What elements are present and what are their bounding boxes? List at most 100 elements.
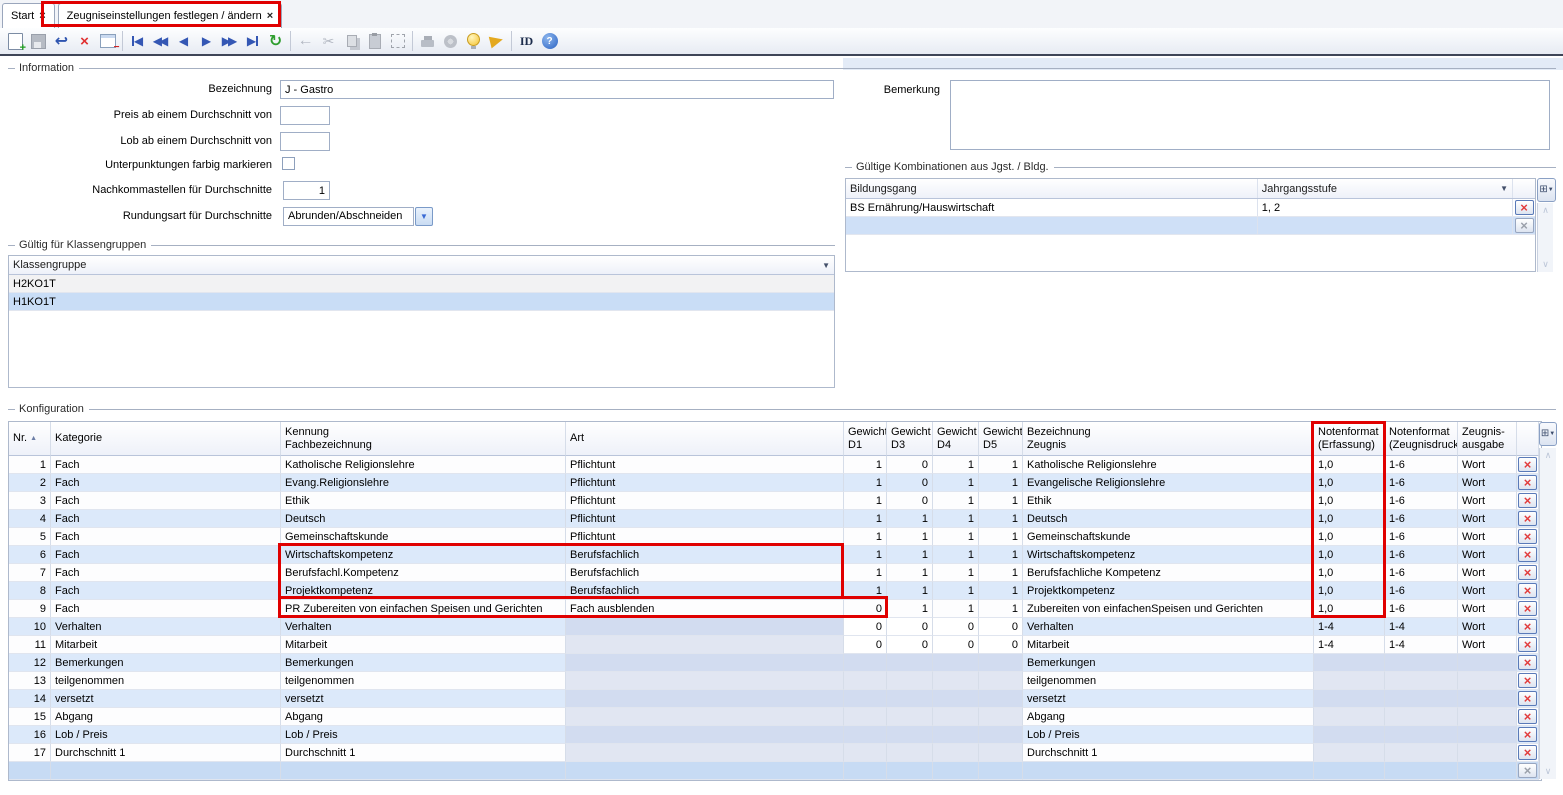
unterpunktungen-checkbox[interactable] [282, 157, 295, 170]
column-header-bezeichnung[interactable]: Bezeichnung Zeugnis [1023, 422, 1314, 456]
table-row[interactable]: 17Durchschnitt 1Durchschnitt 1Durchschni… [9, 744, 1541, 762]
delete-row-button[interactable]: × [1518, 691, 1537, 706]
table-row[interactable]: 16Lob / PreisLob / PreisLob / Preis× [9, 726, 1541, 744]
chevron-down-icon[interactable]: ▼ [822, 261, 830, 270]
column-header-kennung[interactable]: Kennung Fachbezeichnung [281, 422, 566, 456]
delete-row-button[interactable]: × [1518, 709, 1537, 724]
tab-zeugniseinstellungen[interactable]: Zeugniseinstellungen festlegen / ändern … [58, 3, 283, 28]
delete-row-button[interactable]: × [1518, 529, 1537, 544]
column-header-ausgabe[interactable]: Zeugnis- ausgabe [1458, 422, 1517, 456]
table-row[interactable]: 13teilgenommenteilgenommenteilgenommen× [9, 672, 1541, 690]
kombinationen-scrollbar[interactable]: ∧ ∨ [1537, 203, 1553, 272]
table-row[interactable]: 11MitarbeitMitarbeit0000Mitarbeit1-41-4W… [9, 636, 1541, 654]
form-remove-icon[interactable] [96, 30, 119, 53]
delete-row-button[interactable]: × [1518, 673, 1537, 688]
column-header-kategorie[interactable]: Kategorie [51, 422, 281, 456]
delete-row-button[interactable]: × [1518, 637, 1537, 652]
column-header-nf_druck[interactable]: Notenformat (Zeugnisdruck) [1385, 422, 1458, 456]
toolbar-separator [511, 31, 512, 51]
table-row[interactable]: × [9, 762, 1541, 780]
column-header-d5[interactable]: Gewicht D5 [979, 422, 1023, 456]
table-row[interactable]: 5FachGemeinschaftskundePflichtunt1111Gem… [9, 528, 1541, 546]
table-row[interactable]: 3FachEthikPflichtunt1011Ethik1,01-6Wort× [9, 492, 1541, 510]
rundungsart-combobox[interactable]: Abrunden/Abschneiden ▼ [283, 207, 433, 226]
delete-row-button[interactable]: × [1518, 601, 1537, 616]
toolbar-separator [122, 31, 123, 51]
delete-row-button[interactable]: × [1518, 745, 1537, 760]
table-row[interactable]: 14versetztversetztversetzt× [9, 690, 1541, 708]
cfg-cell-bezeichnung: Lob / Preis [1023, 726, 1314, 744]
append-row-button[interactable]: ⊞▼ [1539, 422, 1557, 446]
nav-fast-next-icon[interactable]: ▶▶ [218, 30, 241, 53]
chevron-down-icon[interactable]: ▼ [415, 207, 433, 226]
konfiguration-scrollbar[interactable]: ∧ ∨ [1539, 448, 1556, 779]
delete-row-button[interactable]: × [1518, 457, 1537, 472]
nachkommastellen-input[interactable] [283, 181, 330, 200]
scroll-down-icon[interactable]: ∨ [1540, 764, 1556, 779]
table-row[interactable]: 12BemerkungenBemerkungenBemerkungen× [9, 654, 1541, 672]
cfg-cell-bezeichnung: Evangelische Religionslehre [1023, 474, 1314, 492]
bemerkung-textarea[interactable] [950, 80, 1550, 150]
klassengruppen-header[interactable]: Klassengruppe ▼ [9, 256, 834, 275]
table-row[interactable]: × [846, 217, 1535, 235]
undo-icon[interactable]: ↩ [50, 30, 73, 53]
table-row[interactable]: 9FachPR Zubereiten von einfachen Speisen… [9, 600, 1541, 618]
column-header-d4[interactable]: Gewicht D4 [933, 422, 979, 456]
table-row[interactable]: 8FachProjektkompetenzBerufsfachlich1111P… [9, 582, 1541, 600]
delete-row-button[interactable]: × [1515, 200, 1534, 215]
delete-row-button[interactable]: × [1518, 493, 1537, 508]
tab-start[interactable]: Start × [2, 3, 55, 28]
help-icon[interactable]: ? [538, 30, 561, 53]
column-header-art[interactable]: Art [566, 422, 844, 456]
close-icon[interactable]: × [267, 11, 273, 21]
nav-fast-prev-icon[interactable]: ◀◀ [149, 30, 172, 53]
lightbulb-icon[interactable] [462, 30, 485, 53]
delete-row-button[interactable]: × [1518, 547, 1537, 562]
scroll-up-icon[interactable]: ∧ [1540, 448, 1556, 463]
delete-row-button[interactable]: × [1518, 475, 1537, 490]
new-record-icon[interactable] [4, 30, 27, 53]
refresh-icon[interactable]: ↻ [264, 30, 287, 53]
table-row[interactable]: 7FachBerufsfachl.KompetenzBerufsfachlich… [9, 564, 1541, 582]
column-header-actions [1517, 422, 1539, 456]
column-header-d3[interactable]: Gewicht D3 [887, 422, 933, 456]
scroll-down-icon[interactable]: ∨ [1538, 257, 1553, 272]
bezeichnung-input[interactable] [280, 80, 834, 99]
column-header-bildungsgang[interactable]: Bildungsgang [846, 179, 1258, 198]
cfg-cell-d4 [933, 708, 979, 726]
delete-row-button[interactable]: × [1518, 655, 1537, 670]
lob-input[interactable] [280, 132, 330, 151]
append-row-button[interactable]: ⊞▼ [1537, 178, 1556, 202]
cfg-cell-d3 [887, 744, 933, 762]
table-row[interactable]: 1FachKatholische ReligionslehrePflichtun… [9, 456, 1541, 474]
nav-first-icon[interactable]: ◀ [126, 30, 149, 53]
list-item[interactable]: H2KO1T [9, 275, 834, 293]
nav-next-icon[interactable]: ▶ [195, 30, 218, 53]
table-row[interactable]: 6FachWirtschaftskompetenzBerufsfachlich1… [9, 546, 1541, 564]
cfg-cell-d5: 1 [979, 564, 1023, 582]
delete-icon[interactable]: × [73, 30, 96, 53]
column-header-jahrgangsstufe[interactable]: Jahrgangsstufe▼ [1258, 179, 1513, 198]
list-item[interactable]: H1KO1T [9, 293, 834, 311]
delete-row-button[interactable]: × [1518, 727, 1537, 742]
nav-prev-icon[interactable]: ◀ [172, 30, 195, 53]
delete-row-button[interactable]: × [1518, 565, 1537, 580]
delete-row-button[interactable]: × [1518, 511, 1537, 526]
column-header-d1[interactable]: Gewicht D1 [844, 422, 887, 456]
preis-input[interactable] [280, 106, 330, 125]
column-header-nf_erfassung[interactable]: Notenformat (Erfassung) [1314, 422, 1385, 456]
table-row[interactable]: 2FachEvang.ReligionslehrePflichtunt1011E… [9, 474, 1541, 492]
delete-row-button[interactable]: × [1518, 583, 1537, 598]
table-row[interactable]: BS Ernährung/Hauswirtschaft1, 2× [846, 199, 1535, 217]
table-row[interactable]: 10VerhaltenVerhalten0000Verhalten1-41-4W… [9, 618, 1541, 636]
table-row[interactable]: 4FachDeutschPflichtunt1111Deutsch1,01-6W… [9, 510, 1541, 528]
nav-last-icon[interactable]: ▶ [241, 30, 264, 53]
chevron-down-icon[interactable]: ▼ [1500, 184, 1508, 193]
scroll-up-icon[interactable]: ∧ [1538, 203, 1553, 218]
delete-row-button[interactable]: × [1518, 619, 1537, 634]
close-icon[interactable]: × [39, 11, 45, 21]
table-row[interactable]: 15AbgangAbgangAbgang× [9, 708, 1541, 726]
horn-icon[interactable] [485, 30, 508, 53]
column-header-nr[interactable]: Nr.▲ [9, 422, 51, 456]
id-button[interactable]: ID [515, 30, 538, 53]
